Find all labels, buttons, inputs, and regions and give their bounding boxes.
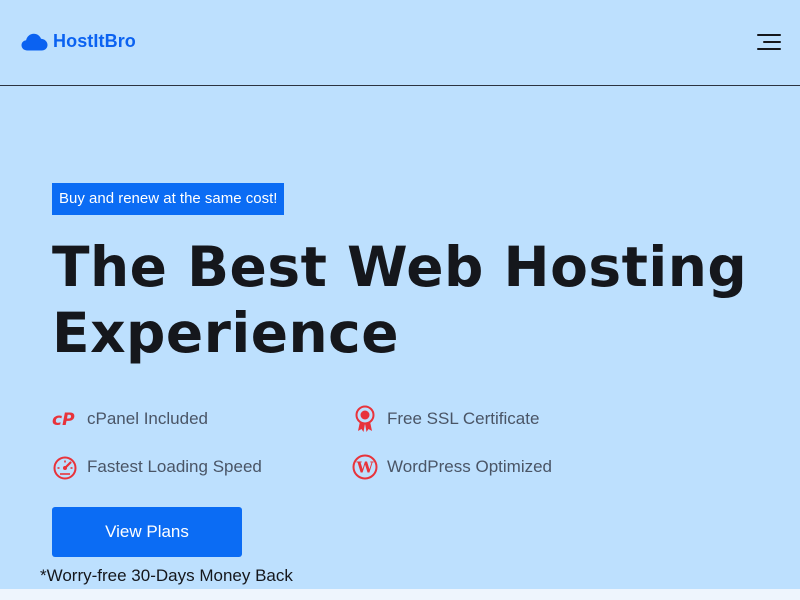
- svg-text:cP: cP: [52, 410, 75, 428]
- feature-label: WordPress Optimized: [387, 457, 553, 476]
- svg-text:W: W: [356, 459, 375, 477]
- feature-speed: Fastest Loading Speed: [52, 452, 262, 482]
- feature-label: cPanel Included: [87, 409, 208, 428]
- title-line-1: The Best Web Hosting: [52, 235, 748, 299]
- feature-wordpress: W WordPress Optimized: [352, 452, 552, 482]
- feature-label: Free SSL Certificate: [387, 409, 540, 428]
- next-section-edge: [0, 589, 800, 600]
- hamburger-menu-icon[interactable]: [755, 33, 781, 53]
- view-plans-button[interactable]: View Plans: [52, 507, 242, 557]
- money-back-note: *Worry-free 30-Days Money Back: [40, 566, 293, 585]
- feature-ssl: Free SSL Certificate: [352, 404, 539, 434]
- title-line-2: Experience: [52, 301, 400, 365]
- cloud-icon: [21, 33, 48, 50]
- brand-logo[interactable]: HostItBro: [21, 31, 136, 52]
- feature-cpanel: cP cPanel Included: [52, 404, 208, 434]
- wordpress-icon: W: [352, 454, 378, 480]
- feature-label: Fastest Loading Speed: [87, 457, 262, 476]
- cpanel-icon: cP: [52, 410, 75, 428]
- ssl-award-icon: [355, 405, 375, 432]
- site-header: HostItBro: [0, 0, 800, 86]
- promo-badge: Buy and renew at the same cost!: [52, 183, 285, 215]
- page-title: The Best Web Hosting Experience: [52, 234, 772, 366]
- brand-name: HostItBro: [53, 31, 136, 51]
- speedometer-icon: [53, 456, 77, 480]
